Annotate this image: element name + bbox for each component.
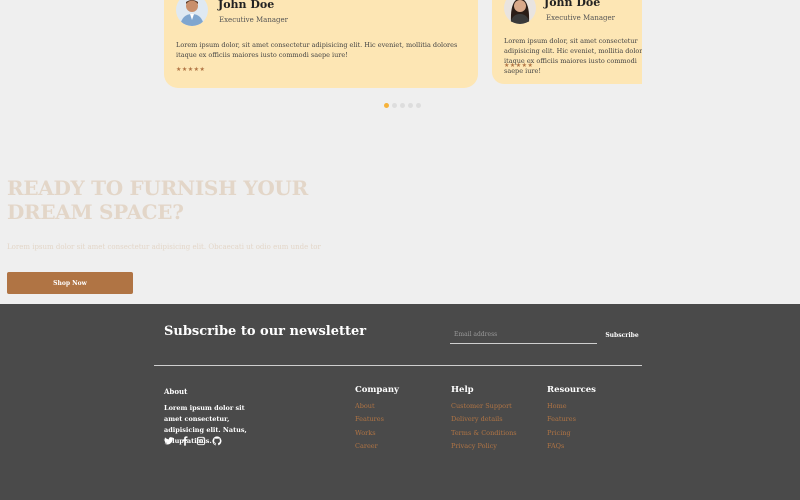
column-heading: Resources bbox=[547, 385, 596, 395]
about-heading: About bbox=[164, 387, 188, 396]
carousel-dot[interactable] bbox=[392, 103, 397, 108]
instagram-icon[interactable] bbox=[196, 436, 206, 446]
footer-link-works[interactable]: Works bbox=[355, 427, 399, 440]
social-links bbox=[164, 436, 222, 446]
footer-link-about[interactable]: About bbox=[355, 400, 399, 413]
carousel-dot[interactable] bbox=[384, 103, 389, 108]
testimonial-name: John Doe bbox=[544, 0, 601, 9]
footer-link-home[interactable]: Home bbox=[547, 400, 596, 413]
column-heading: Help bbox=[451, 385, 474, 395]
star-rating: ★★★★★ bbox=[504, 62, 534, 69]
subscribe-button[interactable]: Subscribe bbox=[603, 326, 641, 344]
avatar bbox=[176, 0, 208, 26]
carousel-pagination bbox=[384, 103, 421, 108]
footer-link-faqs[interactable]: FAQs bbox=[547, 440, 596, 453]
email-field[interactable] bbox=[450, 326, 597, 344]
footer-column-resources: Resources Home Features Pricing FAQs bbox=[547, 385, 596, 453]
testimonial-card: John Doe Executive Manager Lorem ipsum d… bbox=[164, 0, 478, 88]
footer-column-company: Company About Features Works Career bbox=[355, 385, 399, 453]
avatar bbox=[504, 0, 536, 24]
star-rating: ★★★★★ bbox=[176, 66, 206, 73]
carousel-dot[interactable] bbox=[416, 103, 421, 108]
cta-subtitle: Lorem ipsum dolor sit amet consectetur a… bbox=[7, 243, 321, 251]
footer-link-terms[interactable]: Terms & Conditions bbox=[451, 427, 517, 440]
testimonial-role: Executive Manager bbox=[219, 16, 288, 24]
testimonial-name: John Doe bbox=[218, 0, 275, 11]
testimonial-card: John Doe Executive Manager Lorem ipsum d… bbox=[492, 0, 642, 84]
cta-title: READY TO FURNISH YOUR DREAM SPACE? bbox=[7, 176, 308, 224]
footer-link-features[interactable]: Features bbox=[355, 413, 399, 426]
footer-link-customer-support[interactable]: Customer Support bbox=[451, 400, 517, 413]
testimonials-section: John Doe Executive Manager Lorem ipsum d… bbox=[0, 0, 800, 120]
footer-link-pricing[interactable]: Pricing bbox=[547, 427, 596, 440]
footer: Subscribe to our newsletter Subscribe Ab… bbox=[0, 304, 800, 500]
newsletter-title: Subscribe to our newsletter bbox=[164, 324, 367, 339]
testimonial-role: Executive Manager bbox=[546, 14, 615, 22]
github-icon[interactable] bbox=[212, 436, 222, 446]
twitter-icon[interactable] bbox=[164, 436, 174, 446]
footer-link-career[interactable]: Career bbox=[355, 440, 399, 453]
carousel-dot[interactable] bbox=[408, 103, 413, 108]
carousel-dot[interactable] bbox=[400, 103, 405, 108]
footer-column-help: Help Customer Support Delivery details T… bbox=[451, 385, 517, 453]
footer-link-delivery-details[interactable]: Delivery details bbox=[451, 413, 517, 426]
testimonial-quote: Lorem ipsum dolor, sit amet consectetur … bbox=[176, 41, 458, 59]
divider bbox=[154, 365, 642, 366]
column-heading: Company bbox=[355, 385, 399, 395]
shop-now-button[interactable]: Shop Now bbox=[7, 272, 133, 294]
facebook-icon[interactable] bbox=[180, 436, 190, 446]
footer-link-features[interactable]: Features bbox=[547, 413, 596, 426]
testimonial-quote: Lorem ipsum dolor, sit amet consectetur … bbox=[504, 37, 642, 75]
footer-link-privacy-policy[interactable]: Privacy Policy bbox=[451, 440, 517, 453]
